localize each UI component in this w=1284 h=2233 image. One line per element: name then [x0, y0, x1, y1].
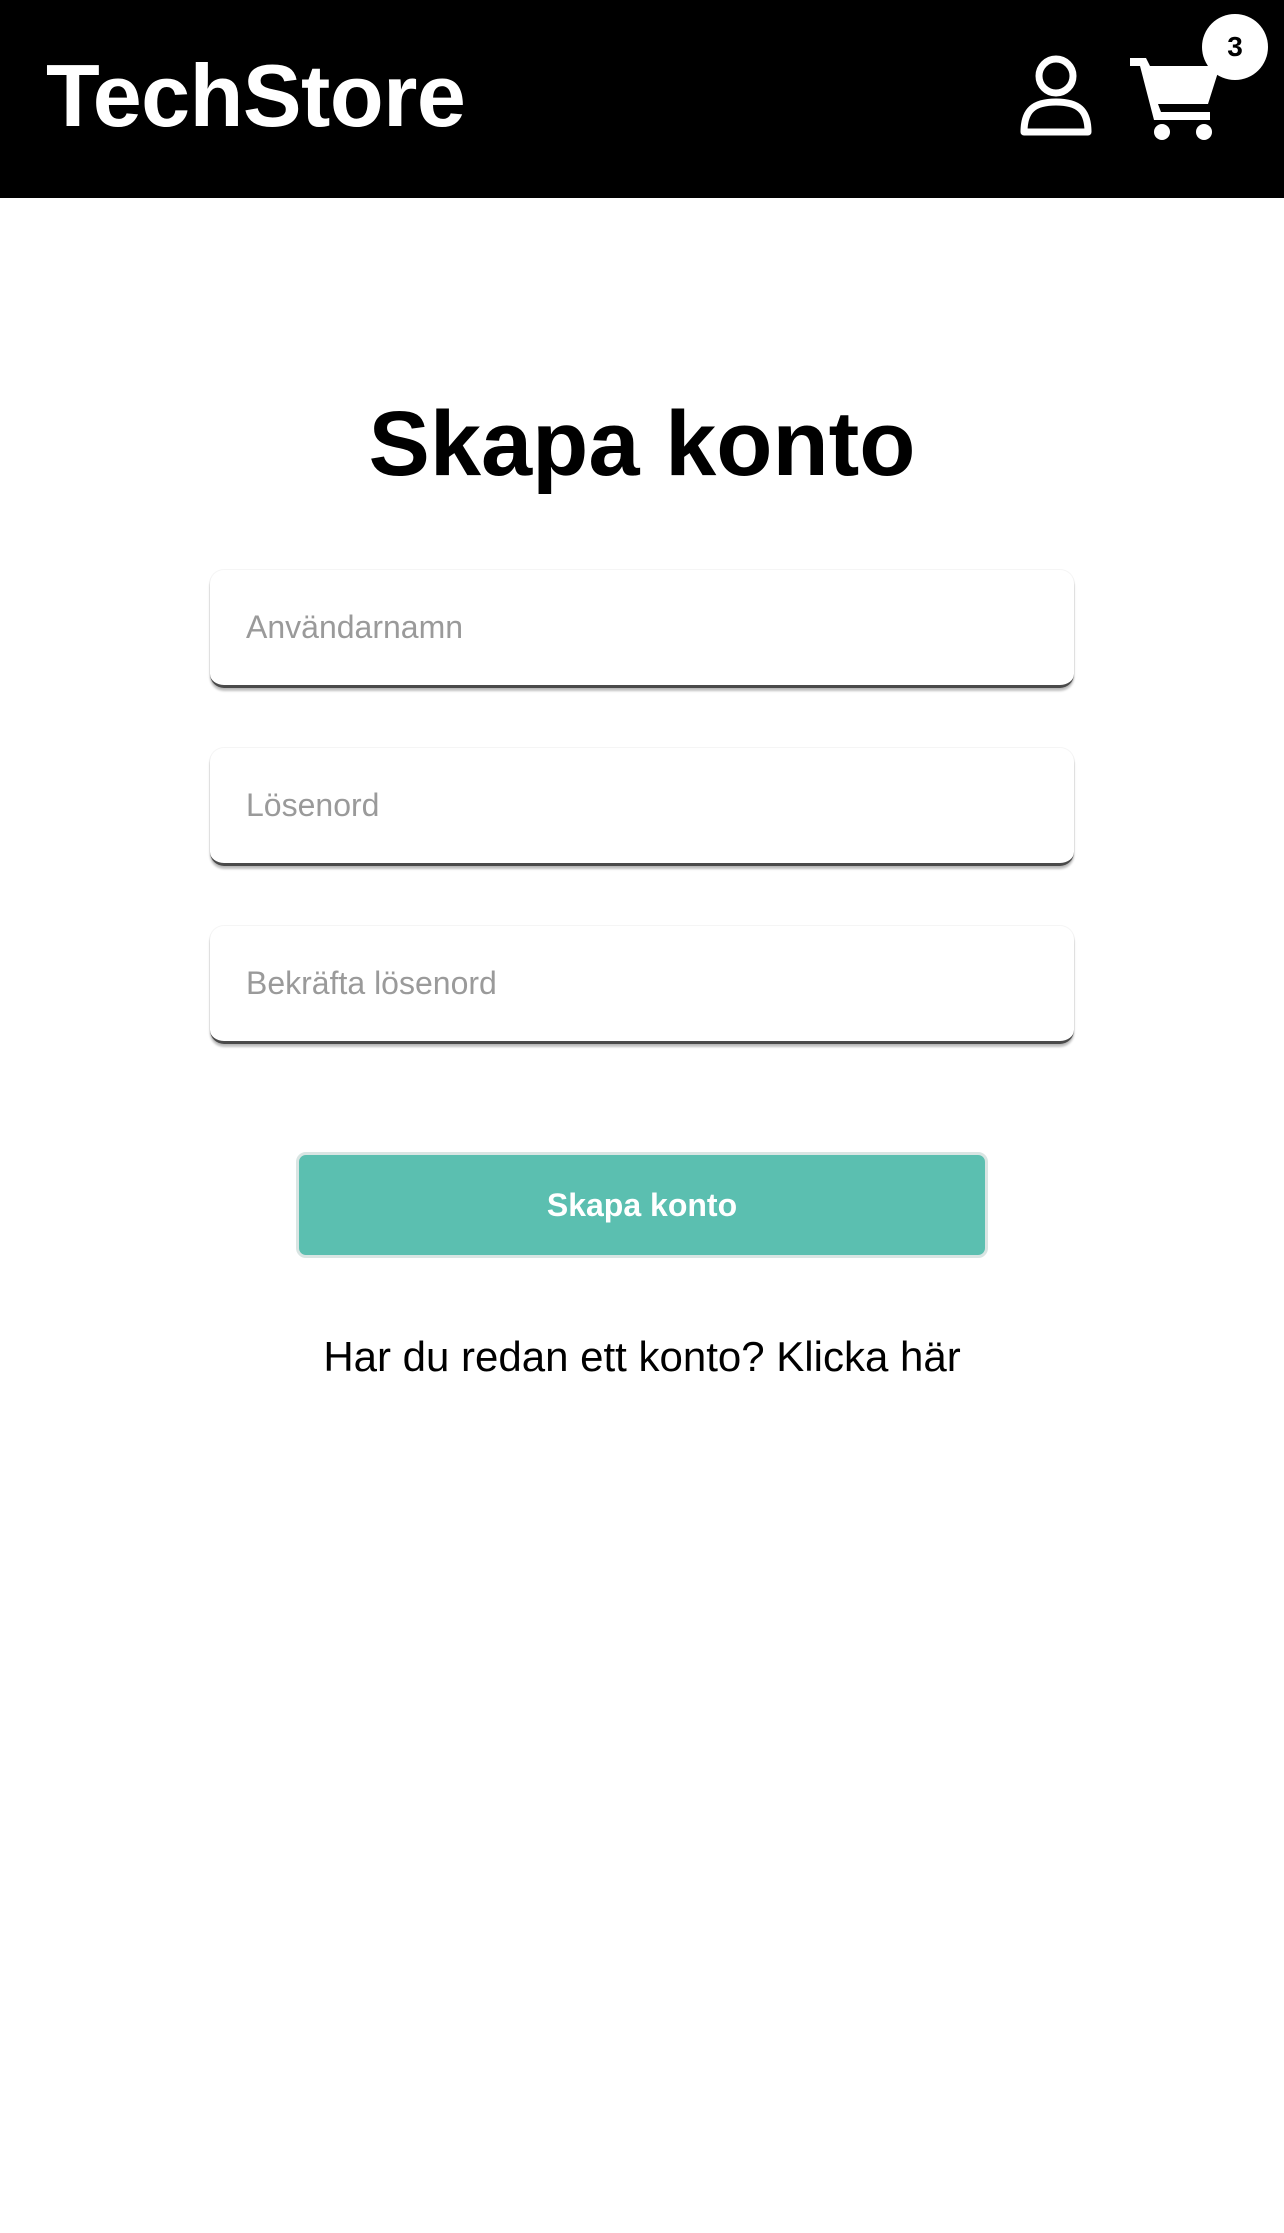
password-field[interactable]: [210, 748, 1074, 866]
page-title: Skapa konto: [368, 393, 916, 495]
user-icon[interactable]: [1018, 54, 1094, 138]
create-account-button[interactable]: Skapa konto: [296, 1152, 988, 1258]
login-link[interactable]: Har du redan ett konto? Klicka här: [0, 1332, 1284, 1382]
cart-count-badge: 3: [1202, 14, 1268, 80]
username-field[interactable]: [210, 570, 1074, 688]
confirm-password-field[interactable]: [210, 926, 1074, 1044]
top-bar: TechStore 3: [0, 0, 1284, 198]
brand-logo[interactable]: TechStore: [46, 44, 466, 148]
